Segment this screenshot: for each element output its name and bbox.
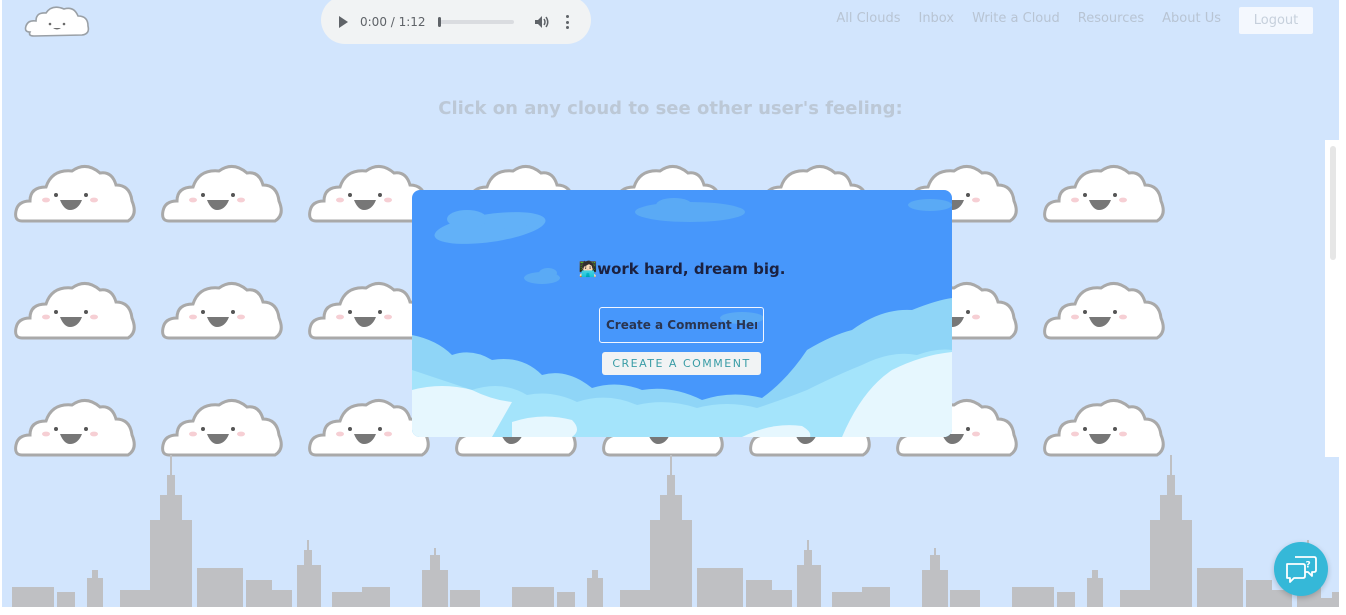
- city-skyline: [12, 455, 1339, 607]
- help-chat-button[interactable]: ?: [1274, 542, 1328, 596]
- smiling-cloud-icon[interactable]: [12, 272, 138, 352]
- smiling-cloud-icon[interactable]: [1041, 272, 1167, 352]
- audio-progress-slider[interactable]: [437, 17, 514, 27]
- audio-player[interactable]: 0:00 / 1:12: [321, 0, 591, 44]
- create-comment-button[interactable]: CREATE A COMMENT: [602, 352, 761, 375]
- vertical-scrollbar[interactable]: [1325, 140, 1339, 457]
- smiling-cloud-icon[interactable]: [1041, 155, 1167, 235]
- audio-time: 0:00 / 1:12: [360, 15, 426, 29]
- smiling-cloud-icon[interactable]: [159, 272, 285, 352]
- nav-write-a-cloud[interactable]: Write a Cloud: [972, 11, 1060, 26]
- nav-resources[interactable]: Resources: [1078, 11, 1144, 26]
- top-nav: All Clouds Inbox Write a Cloud Resources…: [836, 11, 1221, 26]
- help-chat-icon: ?: [1286, 556, 1317, 583]
- volume-icon[interactable]: [534, 15, 550, 29]
- cloud-post-modal: 🧑🏻‍💻work hard, dream big. CREATE A COMME…: [412, 190, 952, 437]
- comment-input[interactable]: [599, 307, 764, 343]
- nav-about-us[interactable]: About Us: [1162, 11, 1221, 26]
- smiling-cloud-icon[interactable]: [1041, 389, 1167, 457]
- page-headline: Click on any cloud to see other user's f…: [438, 98, 903, 119]
- smiling-cloud-icon[interactable]: [159, 155, 285, 235]
- post-text: 🧑🏻‍💻work hard, dream big.: [578, 260, 786, 278]
- logout-button[interactable]: Logout: [1239, 7, 1313, 34]
- smiling-cloud-icon[interactable]: [159, 389, 285, 457]
- bottom-strip: [0, 607, 1346, 615]
- nav-all-clouds[interactable]: All Clouds: [836, 11, 900, 26]
- more-options-icon[interactable]: [566, 15, 570, 29]
- smiling-cloud-icon[interactable]: [12, 389, 138, 457]
- page: 0:00 / 1:12 All Clouds Inbox Write a Clo…: [2, 0, 1339, 607]
- smiling-cloud-icon[interactable]: [12, 155, 138, 235]
- cloud-logo-icon[interactable]: [22, 2, 92, 42]
- play-icon[interactable]: [339, 16, 348, 28]
- scrollbar-thumb[interactable]: [1330, 146, 1336, 260]
- nav-inbox[interactable]: Inbox: [918, 11, 954, 26]
- svg-text:?: ?: [1306, 561, 1311, 571]
